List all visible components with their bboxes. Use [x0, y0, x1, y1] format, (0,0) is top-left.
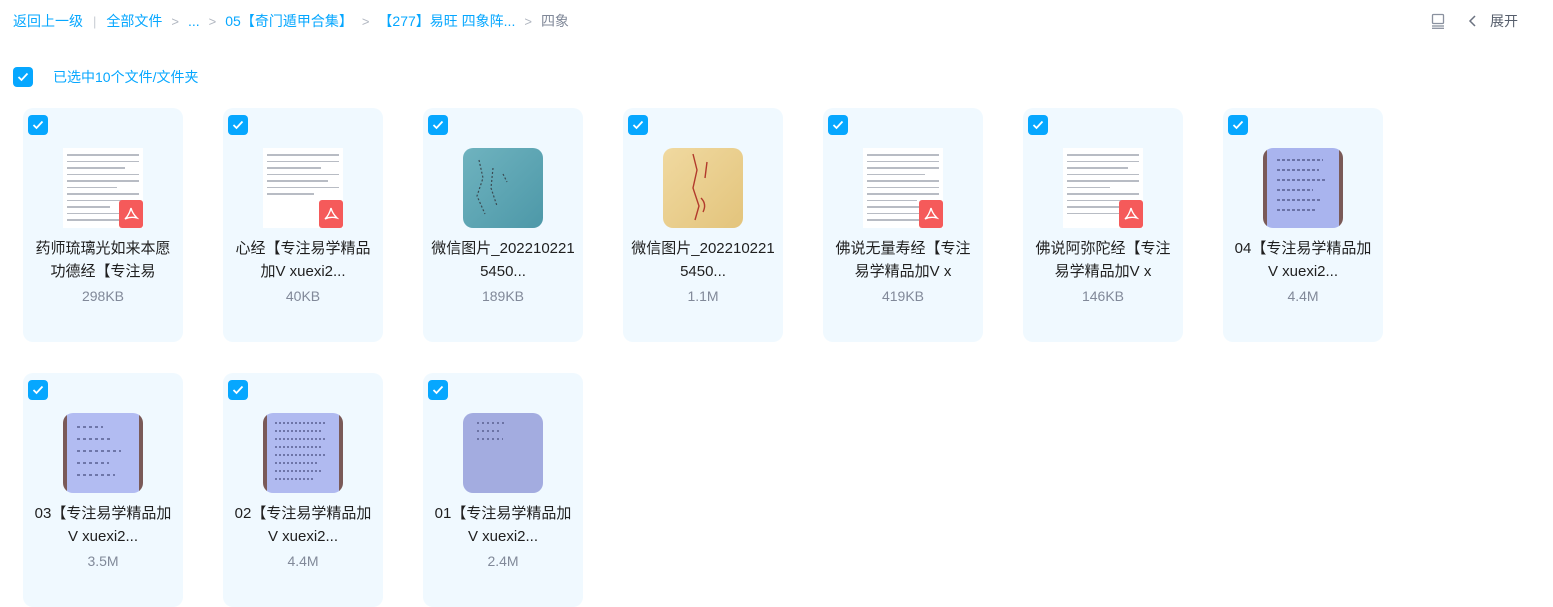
chevron-right-icon: > — [171, 13, 179, 29]
check-icon — [432, 120, 444, 130]
chevron-right-icon: > — [524, 13, 532, 29]
breadcrumb-all-files[interactable]: 全部文件 — [106, 11, 162, 31]
file-size: 4.4M — [287, 553, 319, 569]
file-name: 心经【专注易学精品加V xuexi2... — [235, 240, 371, 280]
check-icon — [232, 385, 244, 395]
file-card[interactable]: 04【专注易学精品加V xuexi2... 4.4M — [1223, 108, 1383, 342]
file-card[interactable]: 微信图片_2022102215450... 1.1M — [623, 108, 783, 342]
file-size: 2.4M — [487, 553, 519, 569]
file-size: 40KB — [285, 288, 321, 304]
separator: | — [93, 13, 97, 29]
file-card[interactable]: 02【专注易学精品加V xuexi2... 4.4M — [223, 373, 383, 607]
image-thumbnail — [63, 413, 143, 493]
file-card[interactable]: 佛说无量寿经【专注易学精品加V x 419KB — [823, 108, 983, 342]
file-checkbox[interactable] — [28, 115, 48, 135]
check-icon — [232, 120, 244, 130]
file-name: 04【专注易学精品加V xuexi2... — [1234, 240, 1372, 280]
expand-button[interactable]: 展开 — [1468, 11, 1518, 31]
check-icon — [32, 385, 44, 395]
file-checkbox[interactable] — [1028, 115, 1048, 135]
select-all-checkbox[interactable] — [13, 67, 33, 87]
pdf-icon — [319, 200, 343, 228]
breadcrumb-current: 四象 — [540, 13, 569, 29]
pdf-icon — [119, 200, 143, 228]
file-size: 4.4M — [1287, 288, 1319, 304]
check-icon — [17, 72, 29, 82]
file-checkbox[interactable] — [228, 115, 248, 135]
image-thumbnail — [463, 148, 543, 228]
file-name: 佛说阿弥陀经【专注易学精品加V x — [1035, 240, 1171, 280]
chevron-left-icon — [1468, 15, 1476, 27]
file-size: 3.5M — [87, 553, 119, 569]
check-icon — [1232, 120, 1244, 130]
file-checkbox[interactable] — [228, 380, 248, 400]
file-checkbox[interactable] — [428, 380, 448, 400]
chevron-right-icon: > — [361, 13, 370, 29]
file-size: 189KB — [481, 288, 525, 304]
file-name: 03【专注易学精品加V xuexi2... — [34, 505, 172, 545]
breadcrumb-folder-277[interactable]: 【277】易旺 四象阵... — [378, 11, 515, 31]
file-name: 佛说无量寿经【专注易学精品加V x — [835, 240, 971, 280]
file-size: 419KB — [881, 288, 925, 304]
file-card[interactable]: 佛说阿弥陀经【专注易学精品加V x 146KB — [1023, 108, 1183, 342]
file-card[interactable]: 微信图片_2022102215450... 189KB — [423, 108, 583, 342]
check-icon — [432, 385, 444, 395]
expand-label: 展开 — [1490, 13, 1518, 29]
file-checkbox[interactable] — [628, 115, 648, 135]
file-checkbox[interactable] — [428, 115, 448, 135]
check-icon — [632, 120, 644, 130]
file-size: 146KB — [1081, 288, 1125, 304]
file-card[interactable]: 心经【专注易学精品加V xuexi2... 40KB — [223, 108, 383, 342]
file-name: 02【专注易学精品加V xuexi2... — [234, 505, 372, 545]
chevron-right-icon: > — [208, 13, 217, 29]
file-name: 01【专注易学精品加V xuexi2... — [434, 505, 572, 545]
file-checkbox[interactable] — [1228, 115, 1248, 135]
file-name: 微信图片_2022102215450... — [631, 240, 775, 280]
file-checkbox[interactable] — [828, 115, 848, 135]
list-view-icon[interactable] — [1430, 13, 1446, 29]
image-thumbnail — [463, 413, 543, 493]
breadcrumb: 返回上一级 | 全部文件 > ... > 05【奇门遁甲合集】 > 【277】易… — [0, 0, 1553, 42]
file-card[interactable]: 药师琉璃光如来本愿功德经【专注易 298KB — [23, 108, 183, 342]
file-name: 微信图片_2022102215450... — [431, 240, 575, 280]
select-all-row: 已选中10个文件/文件夹 — [13, 66, 198, 88]
file-size: 298KB — [81, 288, 125, 304]
file-card[interactable]: 03【专注易学精品加V xuexi2... 3.5M — [23, 373, 183, 607]
selection-count-label: 已选中10个文件/文件夹 — [53, 69, 199, 85]
image-thumbnail — [1263, 148, 1343, 228]
file-checkbox[interactable] — [28, 380, 48, 400]
back-link[interactable]: 返回上一级 — [13, 11, 83, 31]
breadcrumb-ellipsis[interactable]: ... — [188, 13, 200, 29]
file-size: 1.1M — [687, 288, 719, 304]
check-icon — [1032, 120, 1044, 130]
image-thumbnail — [263, 413, 343, 493]
file-name: 药师琉璃光如来本愿功德经【专注易 — [35, 240, 171, 280]
breadcrumb-folder-qimen[interactable]: 05【奇门遁甲合集】 — [225, 11, 353, 31]
view-controls: 展开 — [1430, 0, 1518, 42]
file-card[interactable]: 01【专注易学精品加V xuexi2... 2.4M — [423, 373, 583, 607]
pdf-icon — [1119, 200, 1143, 228]
image-thumbnail — [663, 148, 743, 228]
check-icon — [832, 120, 844, 130]
check-icon — [32, 120, 44, 130]
pdf-icon — [919, 200, 943, 228]
